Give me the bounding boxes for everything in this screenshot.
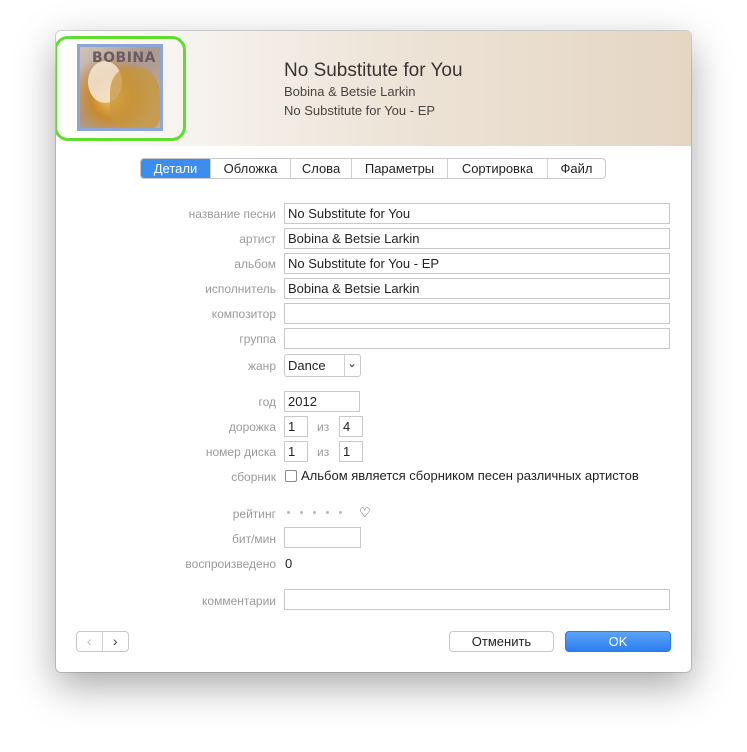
bpm-label: бит/мин [232,532,276,546]
genre-divider [344,355,345,376]
compilation-checkbox[interactable] [285,470,297,482]
rating-star-2[interactable] [300,511,303,514]
artist-label: артист [239,232,276,246]
disc-number-field[interactable]: 1 [284,441,308,462]
disc-label: номер диска [205,445,276,459]
get-info-dialog: BOBINA No Substitute for You Bobina & Be… [56,31,691,672]
track-number-field[interactable]: 1 [284,416,308,437]
next-track-icon[interactable]: › [103,632,128,651]
compilation-checkbox-label[interactable]: Альбом является сборником песен различны… [301,468,639,483]
track-of-label: из [317,420,330,434]
comments-label: комментарии [202,594,276,608]
rating-star-1[interactable] [287,511,290,514]
track-navigation: ‹ › [76,631,129,652]
rating-star-3[interactable] [313,511,316,514]
artist-field[interactable]: Bobina & Betsie Larkin [284,228,670,249]
tab-lyrics[interactable]: Слова [291,159,352,178]
song-album: No Substitute for You - EP [284,103,436,118]
tab-artwork[interactable]: Обложка [211,159,291,178]
composer-label: композитор [211,307,276,321]
bpm-field[interactable] [284,527,361,548]
compilation-label: сборник [231,470,276,484]
song-artist: Bobina & Betsie Larkin [284,84,416,99]
album-artist-label: исполнитель [205,282,276,296]
love-heart-icon[interactable]: ♡ [359,505,371,521]
disc-total-field[interactable]: 1 [339,441,363,462]
album-label: альбом [234,257,276,271]
rating-star-5[interactable] [339,511,342,514]
tab-options[interactable]: Параметры [352,159,448,178]
ok-button[interactable]: OK [565,631,671,652]
comments-field[interactable] [284,589,670,610]
previous-track-icon[interactable]: ‹ [77,632,103,651]
album-field[interactable]: No Substitute for You - EP [284,253,670,274]
genre-value: Dance [288,358,326,373]
chevron-down-icon[interactable]: ⌄ [347,356,357,370]
genre-select[interactable]: Dance ⌄ [284,354,361,377]
song-title: No Substitute for You [284,60,463,81]
tab-sorting[interactable]: Сортировка [448,159,548,178]
grouping-label: группа [239,332,276,346]
plays-value: 0 [285,556,293,571]
tab-details[interactable]: Детали [141,159,211,178]
song-name-label: название песни [188,207,276,221]
composer-field[interactable] [284,303,670,324]
year-label: год [258,395,276,409]
year-field[interactable]: 2012 [284,391,360,412]
track-label: дорожка [228,420,276,434]
genre-label: жанр [247,359,276,373]
plays-label: воспроизведено [185,557,276,571]
tab-file[interactable]: Файл [548,159,605,178]
album-artwork[interactable]: BOBINA [77,44,163,131]
artwork-logo-text: BOBINA [91,50,156,66]
album-artist-field[interactable]: Bobina & Betsie Larkin [284,278,670,299]
song-name-field[interactable]: No Substitute for You [284,203,670,224]
dialog-header: BOBINA No Substitute for You Bobina & Be… [56,31,691,146]
rating-stars[interactable] [287,505,342,514]
tab-bar: Детали Обложка Слова Параметры Сортировк… [140,158,606,179]
cancel-button[interactable]: Отменить [449,631,554,652]
grouping-field[interactable] [284,328,670,349]
artwork-hair-shape [110,67,160,128]
disc-of-label: из [317,445,330,459]
track-total-field[interactable]: 4 [339,416,363,437]
rating-label: рейтинг [232,507,276,521]
rating-star-4[interactable] [326,511,329,514]
